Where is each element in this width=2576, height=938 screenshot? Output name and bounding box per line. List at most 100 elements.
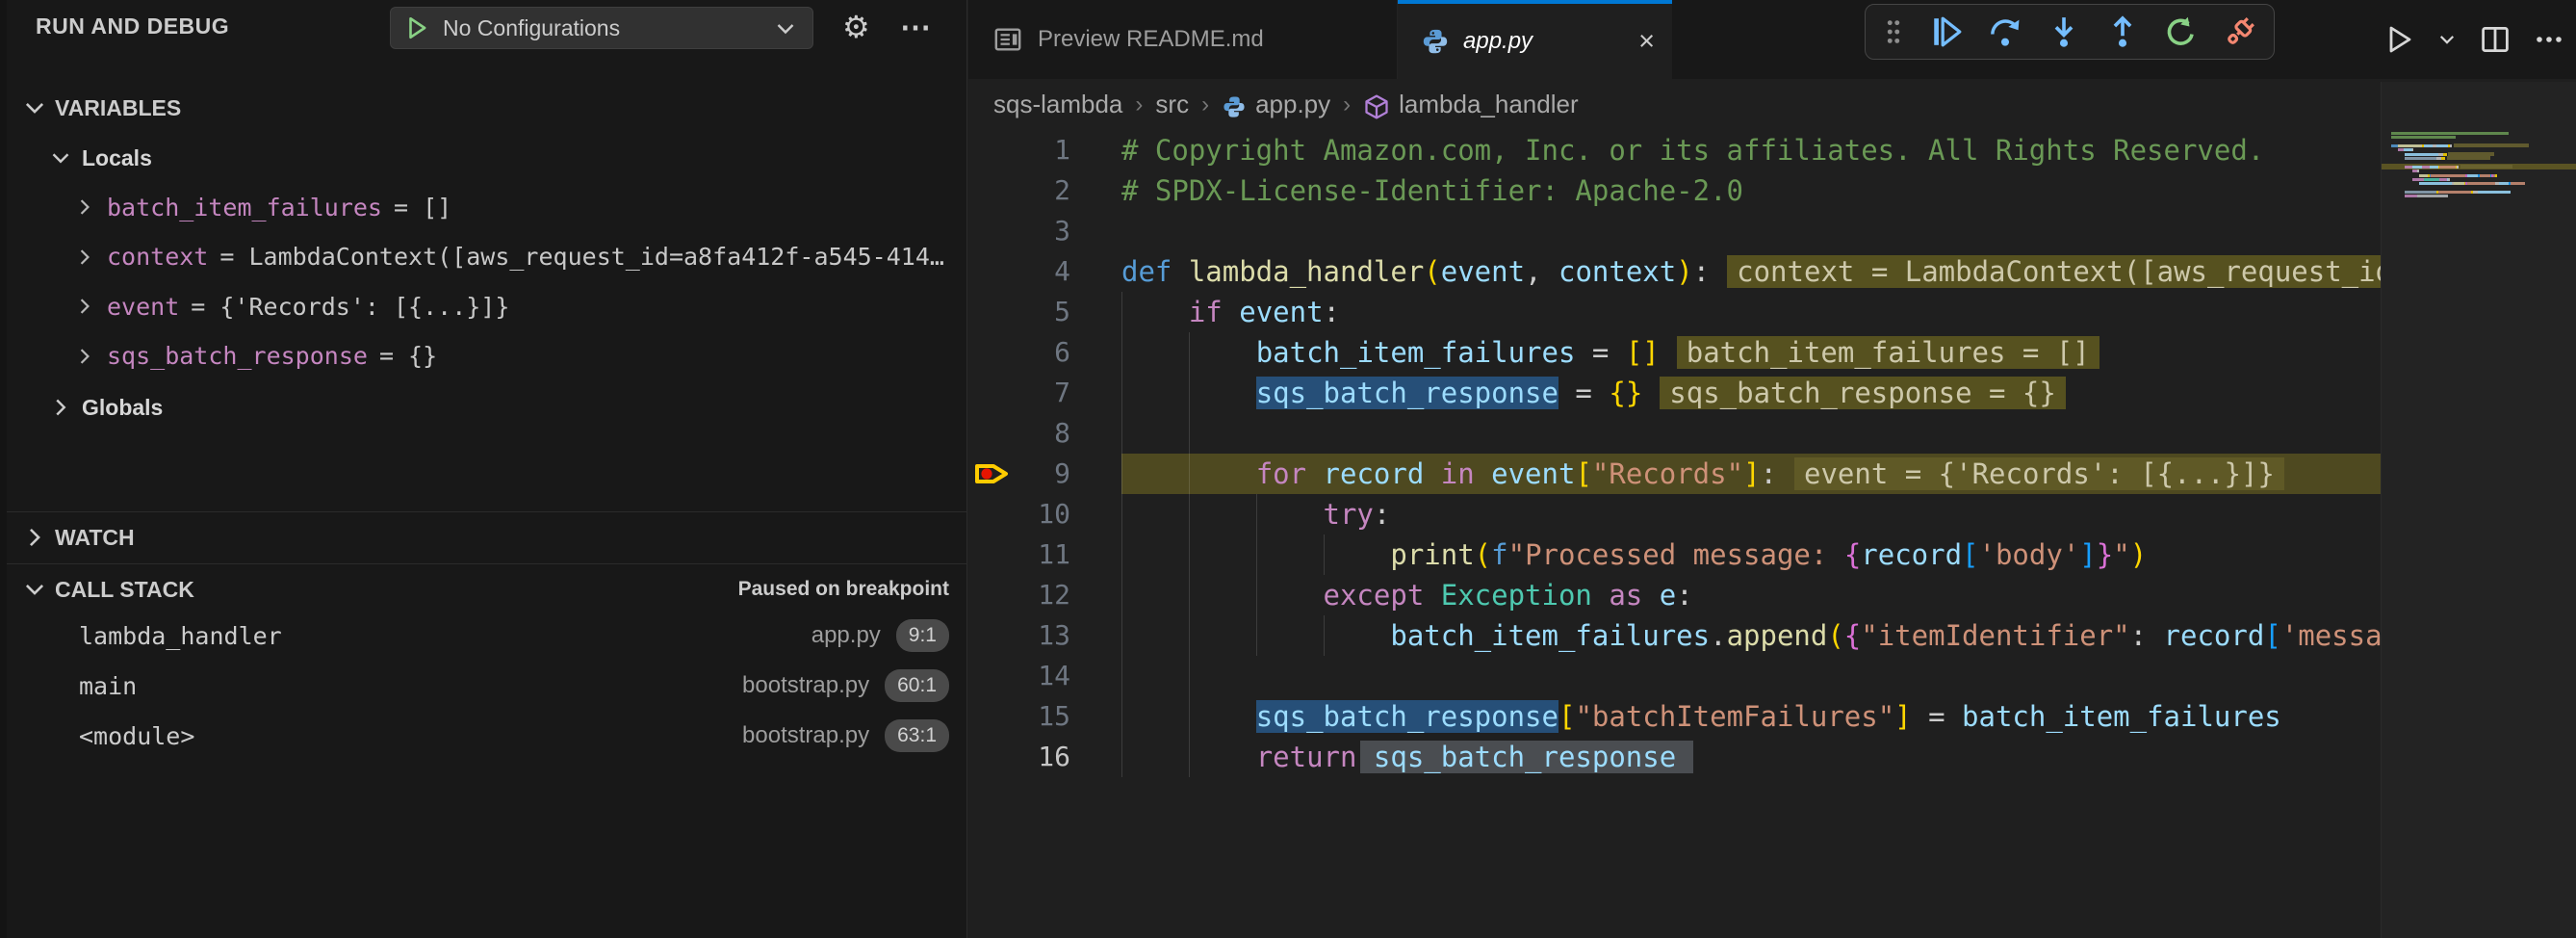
variable-row[interactable]: event= {'Records': [{...}]}	[7, 284, 966, 328]
code-text: batch_item_failures = []batch_item_failu…	[1121, 332, 2099, 373]
code-line[interactable]: 2 # SPDX-License-Identifier: Apache-2.0	[968, 170, 2381, 211]
chevron-right-icon	[74, 247, 95, 268]
line-number[interactable]: 15	[968, 696, 1070, 737]
close-icon[interactable]: ×	[1638, 26, 1655, 58]
start-debug-icon[interactable]	[404, 15, 429, 40]
debug-configuration-label: No Configurations	[443, 15, 774, 41]
code-text: for record in event["Records"]:event = {…	[1121, 454, 2284, 494]
more-actions-icon[interactable]: ⋯	[900, 10, 933, 44]
variables-section-header[interactable]: VARIABLES	[7, 91, 966, 125]
line-number[interactable]: 2	[968, 170, 1070, 211]
disconnect-icon[interactable]	[2224, 15, 2256, 48]
frame-file: app.py	[811, 622, 881, 649]
line-number[interactable]: 11	[968, 534, 1070, 575]
line-number[interactable]: 6	[968, 332, 1070, 373]
editor-actions	[2383, 0, 2564, 79]
code-line[interactable]: 1# Copyright Amazon.com, Inc. or its aff…	[968, 130, 2381, 170]
symbol-method-icon	[1363, 93, 1390, 120]
toolbar-drag-grip[interactable]	[1883, 17, 1904, 46]
editor-tab-bar: Preview README.md app.py ×	[968, 0, 2576, 79]
code-line[interactable]: 8	[968, 413, 2381, 454]
call-stack-frame[interactable]: mainbootstrap.py60:1	[7, 663, 966, 709]
restart-icon[interactable]	[2165, 15, 2198, 48]
breadcrumb-separator: ›	[1201, 91, 1209, 118]
step-over-icon[interactable]	[1989, 15, 2022, 48]
call-stack-section-header[interactable]: CALL STACK Paused on breakpoint	[7, 570, 966, 609]
code-line[interactable]: 15 sqs_batch_response["batchItemFailures…	[968, 696, 2381, 737]
scope-globals[interactable]: Globals	[7, 390, 966, 425]
markdown-preview-icon	[993, 25, 1022, 54]
variable-value: = {}	[379, 342, 966, 370]
variable-row[interactable]: context= LambdaContext([aws_request_id=a…	[7, 235, 966, 279]
chevron-right-icon	[74, 346, 95, 367]
tab-app-py[interactable]: app.py ×	[1398, 0, 1672, 79]
line-number[interactable]: 1	[968, 130, 1070, 170]
code-text: batch_item_failures.append({"itemIdentif…	[1121, 615, 2381, 656]
variable-value: = LambdaContext([aws_request_id=a8fa412f…	[219, 243, 966, 271]
line-number[interactable]: 4	[968, 251, 1070, 292]
line-number[interactable]: 7	[968, 373, 1070, 413]
breadcrumb-folder[interactable]: sqs-lambda	[993, 90, 1122, 119]
code-line[interactable]: 7 sqs_batch_response = {}sqs_batch_respo…	[968, 373, 2381, 413]
section-divider	[7, 511, 966, 512]
code-text: sqs_batch_response["batchItemFailures"] …	[1121, 696, 2281, 737]
code-line[interactable]: 5 if event:	[968, 292, 2381, 332]
chevron-down-icon	[22, 577, 47, 602]
breadcrumb-symbol[interactable]: lambda_handler	[1399, 90, 1578, 119]
line-number[interactable]: 8	[968, 413, 1070, 454]
minimap[interactable]	[2381, 82, 2576, 938]
code-line[interactable]: 12 except Exception as e:	[968, 575, 2381, 615]
run-icon[interactable]	[2383, 24, 2414, 55]
code-editor[interactable]: 1# Copyright Amazon.com, Inc. or its aff…	[968, 130, 2381, 804]
code-line[interactable]: 9 for record in event["Records"]:event =…	[968, 454, 2381, 494]
chevron-right-icon	[74, 296, 95, 317]
step-out-icon[interactable]	[2106, 15, 2139, 48]
code-line[interactable]: 3	[968, 211, 2381, 251]
code-line[interactable]: 14	[968, 656, 2381, 696]
line-number[interactable]: 13	[968, 615, 1070, 656]
tab-preview-readme[interactable]: Preview README.md	[968, 0, 1398, 79]
line-number[interactable]: 3	[968, 211, 1070, 251]
scope-label: Globals	[82, 395, 163, 421]
gear-icon[interactable]: ⚙	[842, 10, 870, 44]
code-line[interactable]: 4def lambda_handler(event, context):cont…	[968, 251, 2381, 292]
breadcrumb-folder[interactable]: src	[1155, 90, 1189, 119]
code-line[interactable]: 11 print(f"Processed message: {record['b…	[968, 534, 2381, 575]
paused-status: Paused on breakpoint	[738, 578, 949, 601]
continue-icon[interactable]	[1930, 15, 1963, 48]
code-line[interactable]: 13 batch_item_failures.append({"itemIden…	[968, 615, 2381, 656]
line-number[interactable]: 12	[968, 575, 1070, 615]
watch-section-header[interactable]: WATCH	[7, 518, 966, 557]
breadcrumb-file[interactable]: app.py	[1255, 90, 1330, 119]
code-text: if event:	[1121, 292, 1340, 332]
step-into-icon[interactable]	[2048, 15, 2080, 48]
line-number[interactable]: 5	[968, 292, 1070, 332]
code-line[interactable]: 16 return sqs_batch_response	[968, 737, 2381, 777]
more-actions-icon[interactable]	[2534, 24, 2564, 55]
variable-value: = []	[394, 194, 966, 221]
code-text: # SPDX-License-Identifier: Apache-2.0	[1121, 170, 1743, 211]
variable-row[interactable]: batch_item_failures= []	[7, 185, 966, 229]
code-line[interactable]: 10 try:	[968, 494, 2381, 534]
call-stack-frame[interactable]: lambda_handlerapp.py9:1	[7, 612, 966, 659]
chevron-right-icon	[74, 196, 95, 218]
line-number[interactable]: 10	[968, 494, 1070, 534]
line-number[interactable]: 14	[968, 656, 1070, 696]
line-number[interactable]: 16	[968, 737, 1070, 777]
breakpoint-current-line-icon[interactable]	[972, 457, 1011, 490]
variable-row[interactable]: sqs_batch_response= {}	[7, 334, 966, 378]
code-line[interactable]: 6 batch_item_failures = []batch_item_fai…	[968, 332, 2381, 373]
breadcrumb-separator: ›	[1135, 91, 1143, 118]
run-dropdown-chevron-icon[interactable]	[2437, 30, 2457, 49]
section-label: CALL STACK	[55, 577, 194, 603]
variable-name: event	[107, 293, 179, 321]
inline-debug-value: sqs_batch_response = {}	[1660, 377, 2066, 409]
inline-debug-value: batch_item_failures = []	[1677, 336, 2099, 369]
scope-locals[interactable]: Locals	[7, 141, 966, 175]
sidebar-header: RUN AND DEBUG No Configurations ⚙ ⋯	[7, 0, 966, 54]
inline-debug-value: event = {'Records': [{...}]}	[1794, 457, 2284, 490]
tab-label: Preview README.md	[1038, 26, 1264, 53]
split-editor-icon[interactable]	[2480, 24, 2511, 55]
call-stack-frame[interactable]: <module>bootstrap.py63:1	[7, 713, 966, 759]
debug-configuration-dropdown[interactable]: No Configurations	[390, 7, 813, 49]
